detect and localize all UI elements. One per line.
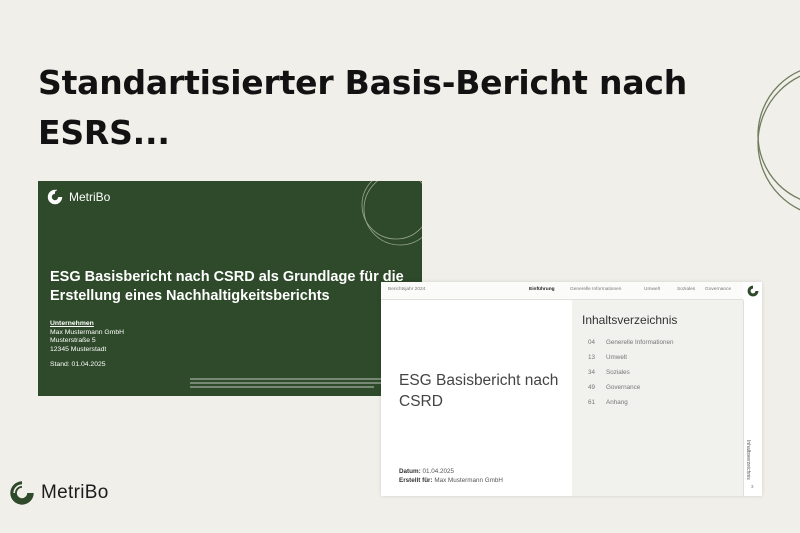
cover-logo: MetriBo (47, 189, 110, 205)
tab-governance[interactable]: Governance (705, 287, 731, 292)
tab-einfuehrung[interactable]: Einführung (529, 287, 555, 292)
tab-generelle-informationen[interactable]: Generelle Informationen (570, 287, 621, 292)
cover-date: Stand: 01.04.2025 (50, 361, 106, 368)
toc-item[interactable]: 49 Governance (588, 384, 640, 391)
toc-item[interactable]: 04 Generelle Informationen (588, 339, 674, 346)
toc-item[interactable]: 61 Anhang (588, 399, 628, 406)
company-street: Musterstraße 5 (50, 337, 96, 345)
toc-slide: Berichtsjahr 2024 Einführung Generelle I… (381, 282, 762, 496)
toc-sidebar: Inhaltsverzeichnis 3 (743, 300, 762, 496)
created-label: Erstellt für: (399, 477, 433, 484)
cover-logo-text: MetriBo (69, 190, 111, 204)
created-value: Max Mustermann GmbH (434, 477, 503, 484)
toc-header: Berichtsjahr 2024 Einführung Generelle I… (381, 282, 743, 300)
cover-company-block: Unternehmen Max Mustermann GmbH Musterst… (50, 320, 124, 354)
metribo-logo-icon (47, 189, 63, 205)
company-city: 12345 Musterstadt (50, 345, 107, 353)
toc-report-title: ESG Basisbericht nach CSRD (399, 372, 559, 410)
page-number: 3 (751, 484, 754, 489)
cover-slide: MetriBo ESG Basisbericht nach CSRD als G… (38, 181, 422, 396)
tab-soziales[interactable]: Soziales (677, 287, 695, 292)
toc-header-year: Berichtsjahr 2024 (388, 287, 426, 292)
toc-item[interactable]: 13 Umwelt (588, 354, 627, 361)
cover-rings (361, 181, 422, 246)
toc-item[interactable]: 34 Soziales (588, 369, 630, 376)
contents-title: Inhaltsverzeichnis (582, 313, 678, 327)
toc-contents-panel: Inhaltsverzeichnis 04 Generelle Informati… (572, 300, 743, 496)
date-value: 01.04.2025 (422, 468, 454, 475)
toc-logo-icon (747, 285, 759, 297)
company-label: Unternehmen (50, 320, 94, 327)
metribo-logo-icon (10, 481, 34, 505)
cover-heading: ESG Basisbericht nach CSRD als Grundlage… (50, 269, 404, 304)
toc-meta: Datum: 01.04.2025 Erstellt für: Max Must… (399, 467, 503, 485)
date-label: Datum: (399, 468, 421, 475)
toc-cover-panel: ESG Basisbericht nach CSRD Datum: 01.04.… (381, 300, 571, 496)
tab-umwelt[interactable]: Umwelt (644, 287, 660, 292)
company-name: Max Mustermann GmbH (50, 328, 125, 336)
sidebar-section-label: Inhaltsverzeichnis (745, 440, 751, 480)
decorative-rings (757, 70, 800, 211)
footer-brand-text: MetriBo (41, 482, 109, 503)
page-title: Standartisierter Basis-Bericht nach ESRS… (38, 63, 688, 152)
footer-brand: MetriBo (9, 480, 109, 506)
